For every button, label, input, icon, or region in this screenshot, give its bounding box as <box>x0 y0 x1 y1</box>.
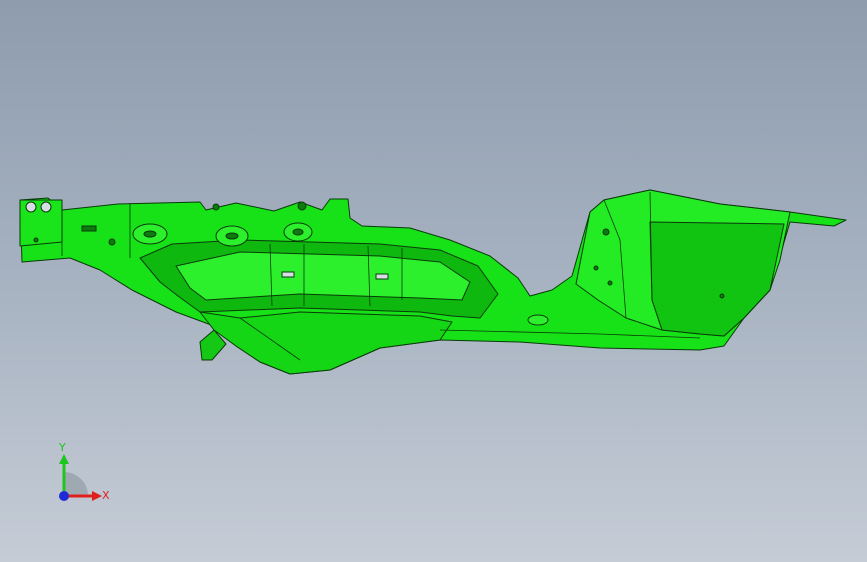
slot-2 <box>375 273 389 280</box>
hole-7 <box>719 293 725 299</box>
x-axis-label: X <box>102 489 110 502</box>
hole-5 <box>602 228 610 236</box>
y-axis-arrow <box>59 454 69 464</box>
slot-1 <box>281 271 295 278</box>
z-axis-dot <box>59 491 69 501</box>
hole-2 <box>40 201 52 213</box>
boss-3-inner <box>292 228 304 236</box>
y-axis-label: Y <box>58 441 66 454</box>
boss-4 <box>527 314 549 326</box>
triad-quadrant <box>64 472 88 496</box>
slot-3 <box>81 225 97 232</box>
axis-triad: Y X <box>58 441 110 502</box>
hole-9 <box>108 238 116 246</box>
x-axis-arrow <box>92 491 102 501</box>
graphics-viewport[interactable]: Y X <box>0 0 867 562</box>
part-right-wing-shade <box>649 221 785 337</box>
part-lower-flange <box>199 311 453 375</box>
boss-2-inner <box>225 232 239 240</box>
hole-10 <box>33 237 39 243</box>
hole-4 <box>212 203 220 211</box>
hole-1 <box>25 201 37 213</box>
hole-8 <box>607 280 613 286</box>
hole-3 <box>297 201 307 211</box>
boss-1-inner <box>143 230 157 238</box>
3d-part-model[interactable] <box>0 0 867 562</box>
hole-6 <box>593 265 599 271</box>
